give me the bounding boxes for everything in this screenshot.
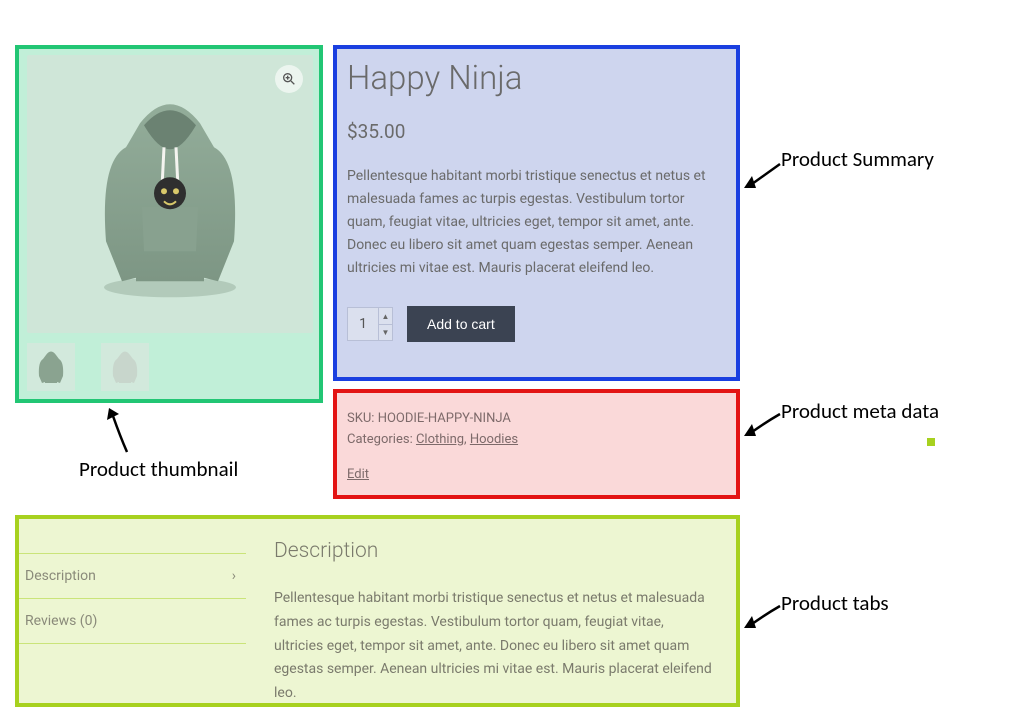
product-summary-region: Happy Ninja $35.00 Pellentesque habitant… bbox=[333, 45, 740, 381]
tab-reviews-label: Reviews (0) bbox=[25, 613, 97, 629]
tab-content-body: Pellentesque habitant morbi tristique se… bbox=[274, 587, 712, 706]
annotation-summary: Product Summary bbox=[781, 146, 934, 172]
categories-line: Categories: Clothing, Hoodies bbox=[347, 432, 724, 447]
product-thumbnail-region bbox=[15, 45, 323, 403]
quantity-value: 1 bbox=[348, 308, 378, 340]
product-meta-region: SKU: HOODIE-HAPPY-NINJA Categories: Clot… bbox=[333, 389, 740, 499]
product-main-image[interactable] bbox=[27, 55, 313, 333]
tabs-content: Description Pellentesque habitant morbi … bbox=[246, 519, 736, 703]
sku-line: SKU: HOODIE-HAPPY-NINJA bbox=[347, 411, 724, 426]
product-title: Happy Ninja bbox=[347, 59, 722, 98]
zoom-icon[interactable] bbox=[275, 65, 303, 93]
annotation-tabs: Product tabs bbox=[781, 590, 889, 616]
hoodie-illustration bbox=[86, 91, 254, 305]
product-short-description: Pellentesque habitant morbi tristique se… bbox=[347, 165, 722, 280]
add-to-cart-button[interactable]: Add to cart bbox=[407, 306, 515, 342]
product-gallery bbox=[27, 343, 149, 391]
add-to-cart-form: 1 ▲ ▼ Add to cart bbox=[347, 306, 722, 342]
quantity-up-icon[interactable]: ▲ bbox=[378, 308, 392, 325]
arrow-to-tabs bbox=[742, 602, 784, 632]
annotation-meta: Product meta data bbox=[781, 398, 939, 424]
gallery-thumb-2[interactable] bbox=[101, 343, 149, 391]
chevron-right-icon: › bbox=[232, 568, 236, 584]
tab-content-title: Description bbox=[274, 539, 712, 563]
cursor-artifact bbox=[927, 438, 935, 446]
sku-value: HOODIE-HAPPY-NINJA bbox=[378, 411, 511, 426]
annotation-thumbnail: Product thumbnail bbox=[79, 456, 238, 482]
tab-description[interactable]: Description › bbox=[19, 553, 246, 599]
product-tabs-region: Description › Reviews (0) Description Pe… bbox=[15, 515, 740, 707]
category-link-clothing[interactable]: Clothing bbox=[416, 432, 464, 447]
quantity-stepper[interactable]: 1 ▲ ▼ bbox=[347, 307, 393, 341]
quantity-down-icon[interactable]: ▼ bbox=[378, 325, 392, 341]
tab-description-label: Description bbox=[25, 568, 96, 584]
arrow-to-meta bbox=[742, 410, 784, 440]
arrow-to-thumbnail bbox=[105, 406, 145, 456]
sku-label: SKU: bbox=[347, 411, 374, 426]
product-price: $35.00 bbox=[347, 120, 722, 143]
tabs-nav: Description › Reviews (0) bbox=[19, 519, 246, 703]
tab-reviews[interactable]: Reviews (0) bbox=[19, 599, 246, 644]
gallery-thumb-1[interactable] bbox=[27, 343, 75, 391]
category-link-hoodies[interactable]: Hoodies bbox=[470, 432, 518, 447]
categories-label: Categories: bbox=[347, 432, 413, 447]
edit-link[interactable]: Edit bbox=[347, 467, 369, 482]
arrow-to-summary bbox=[742, 158, 784, 192]
